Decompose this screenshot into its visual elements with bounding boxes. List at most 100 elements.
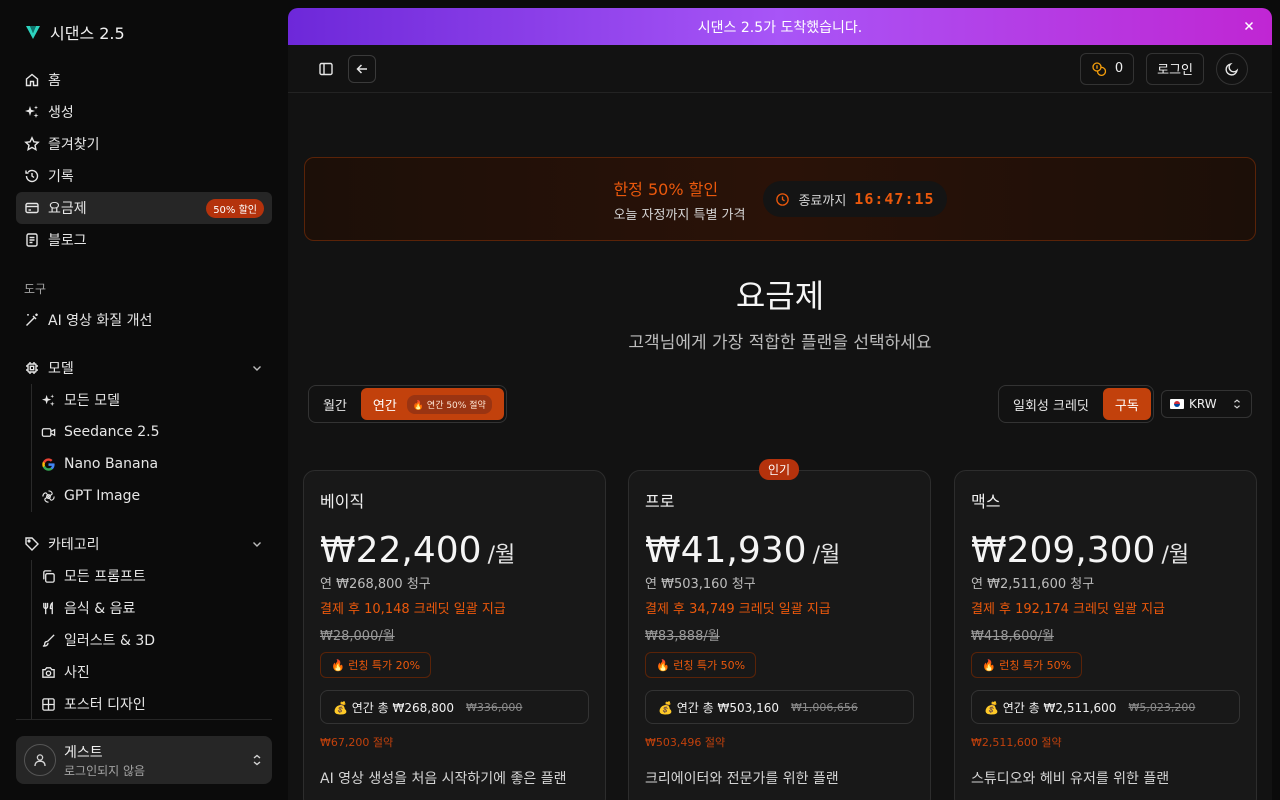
credits-count: 0 <box>1114 61 1124 76</box>
category-label: 포스터 디자인 <box>64 697 146 713</box>
currency-code: KRW <box>1189 397 1217 411</box>
nav-label: AI 영상 화질 개선 <box>48 313 153 329</box>
category-label: 음식 & 음료 <box>64 601 136 617</box>
card-icon <box>25 202 39 214</box>
plan-total-value: 💰 연간 총 ₩2,511,600 <box>984 700 1117 715</box>
plan-original-price: ₩83,888/월 <box>645 629 720 644</box>
korea-flag-icon <box>1170 399 1184 409</box>
main-panel: 시댄스 2.5가 도착했습니다. 0 로그인 한정 50% 할인 오늘 자정까지 <box>288 8 1272 800</box>
plan-price-period: /월 <box>487 543 516 568</box>
star-icon <box>24 136 40 151</box>
plan-card-basic: 베이직 ₩22,400 /월 연 ₩268,800 청구 결제 후 10,148… <box>303 470 606 800</box>
promo-subtitle: 오늘 자정까지 특별 가격 <box>613 207 746 223</box>
models-list: 모든 모델 Seedance 2.5 Nano Banana GPT Image <box>31 384 272 512</box>
category-item-food[interactable]: 음식 & 음료 <box>41 592 272 624</box>
user-text: 게스트 로그인되지 않음 <box>64 742 145 779</box>
plan-total-value: 💰 연간 총 ₩268,800 <box>333 700 454 715</box>
category-item-photo[interactable]: 사진 <box>41 656 272 688</box>
login-button[interactable]: 로그인 <box>1146 52 1204 85</box>
model-label: GPT Image <box>64 488 141 504</box>
category-label: 모든 프롬프트 <box>64 569 146 585</box>
plan-card-pro: 프로 ₩41,930 /월 연 ₩503,160 청구 결제 후 34,749 … <box>628 470 931 800</box>
back-button[interactable] <box>348 54 376 83</box>
tools-section-label: 도구 <box>24 281 47 296</box>
main-nav: 홈 생성 즐겨찾기 기록 요금제 50% 할인 블로그 <box>16 64 272 256</box>
coins-icon <box>1092 61 1106 76</box>
plan-card-max: 맥스 ₩209,300 /월 연 ₩2,511,600 청구 결제 후 192,… <box>954 470 1257 800</box>
onetime-credits-option[interactable]: 일회성 크레딧 <box>1001 388 1101 420</box>
sidebar-toggle-button[interactable] <box>312 55 340 83</box>
category-item-all[interactable]: 모든 프롬프트 <box>41 560 272 592</box>
brand[interactable]: 시댄스 2.5 <box>16 0 272 64</box>
utensils-icon <box>43 601 53 614</box>
plan-original-price: ₩418,600/월 <box>971 629 1054 644</box>
top-bar: 0 로그인 <box>288 45 1272 93</box>
user-status: 로그인되지 않음 <box>64 763 146 778</box>
credits-button[interactable]: 0 <box>1079 52 1135 85</box>
launch-discount-badge: 🔥 런칭 특가 20% <box>320 652 432 678</box>
theme-toggle-button[interactable] <box>1216 52 1248 85</box>
model-item-all[interactable]: 모든 모델 <box>41 384 272 416</box>
model-item-gpt-image[interactable]: GPT Image <box>41 480 272 512</box>
brand-name: 시댄스 2.5 <box>50 24 125 43</box>
plan-name: 프로 <box>645 492 675 511</box>
billing-yearly-option[interactable]: 연간 🔥 연간 50% 절약 <box>360 388 504 420</box>
plan-description: 크리에이터와 전문가를 위한 플랜 <box>645 771 839 787</box>
plan-savings: ₩2,511,600 절약 <box>971 736 1062 749</box>
category-item-poster[interactable]: 포스터 디자인 <box>41 688 272 720</box>
category-label: 일러스트 & 3D <box>64 633 156 649</box>
nav-item-blog[interactable]: 블로그 <box>16 224 272 256</box>
chevrons-up-down-icon <box>253 754 261 766</box>
user-icon <box>34 754 46 767</box>
home-icon <box>25 73 39 87</box>
nav-item-pricing[interactable]: 요금제 50% 할인 <box>16 192 272 224</box>
plan-total-old: ₩336,000 <box>466 700 523 714</box>
nav-item-history[interactable]: 기록 <box>16 160 272 192</box>
plan-price: ₩209,300 /월 <box>971 530 1240 571</box>
plan-price-period: /월 <box>1161 543 1190 568</box>
chevron-down-icon <box>253 542 261 547</box>
plan-yearly-total: 💰 연간 총 ₩503,160 ₩1,006,656 <box>645 690 914 724</box>
google-icon <box>42 457 55 471</box>
model-item-nano-banana[interactable]: Nano Banana <box>41 448 272 480</box>
category-item-illustration[interactable]: 일러스트 & 3D <box>41 624 272 656</box>
categories-group-toggle[interactable]: 카테고리 <box>16 528 272 560</box>
countdown-value: 16:47:15 <box>854 190 935 208</box>
popular-badge: 인기 <box>759 459 800 480</box>
brush-icon <box>42 633 55 647</box>
plan-yearly-total: 💰 연간 총 ₩2,511,600 ₩5,023,200 <box>971 690 1240 724</box>
model-item-seedance[interactable]: Seedance 2.5 <box>41 416 272 448</box>
nav-item-favorites[interactable]: 즐겨찾기 <box>16 128 272 160</box>
plan-description: 스튜디오와 헤비 유저를 위한 플랜 <box>971 771 1170 787</box>
banner-text: 시댄스 2.5가 도착했습니다. <box>697 19 863 36</box>
billing-monthly-option[interactable]: 월간 <box>311 388 359 420</box>
video-icon <box>41 427 56 437</box>
nav-item-home[interactable]: 홈 <box>16 64 272 96</box>
page-title: 요금제 <box>735 277 825 315</box>
plan-yearly-total: 💰 연간 총 ₩268,800 ₩336,000 <box>320 690 589 724</box>
plan-total-value: 💰 연간 총 ₩503,160 <box>658 700 779 715</box>
close-icon[interactable] <box>1242 19 1256 33</box>
sidebar: 시댄스 2.5 홈 생성 즐겨찾기 기록 요금제 50% 할인 블로그 도구 A… <box>0 0 288 800</box>
nav-item-upscale[interactable]: AI 영상 화질 개선 <box>16 304 272 336</box>
history-icon <box>25 169 39 183</box>
models-group-toggle[interactable]: 모델 <box>16 352 272 384</box>
login-label: 로그인 <box>1157 63 1193 78</box>
plan-total-old: ₩5,023,200 <box>1128 700 1196 714</box>
top-bar-actions: 0 로그인 <box>1079 52 1248 85</box>
discount-badge: 50% 할인 <box>206 198 264 218</box>
subscription-option[interactable]: 구독 <box>1102 388 1151 420</box>
yearly-save-tag: 🔥 연간 50% 절약 <box>406 394 492 414</box>
currency-select[interactable]: KRW <box>1161 390 1252 418</box>
chevrons-up-down-icon <box>1234 399 1240 409</box>
categories-list: 모든 프롬프트 음식 & 음료 일러스트 & 3D 사진 포스터 디자인 <box>31 560 272 720</box>
countdown-label: 종료까지 <box>798 193 847 209</box>
plan-credits: 결제 후 192,174 크레딧 일괄 지급 <box>971 602 1166 617</box>
launch-discount-badge: 🔥 런칭 특가 50% <box>645 652 757 678</box>
billing-period-toggle: 월간 연간 🔥 연간 50% 절약 <box>308 385 507 423</box>
plan-total-old: ₩1,006,656 <box>791 700 858 714</box>
user-menu[interactable]: 게스트 로그인되지 않음 <box>16 736 272 784</box>
nav-item-create[interactable]: 생성 <box>16 96 272 128</box>
promo-text: 한정 50% 할인 오늘 자정까지 특별 가격 <box>613 176 745 223</box>
plan-original-price: ₩28,000/월 <box>320 629 395 644</box>
